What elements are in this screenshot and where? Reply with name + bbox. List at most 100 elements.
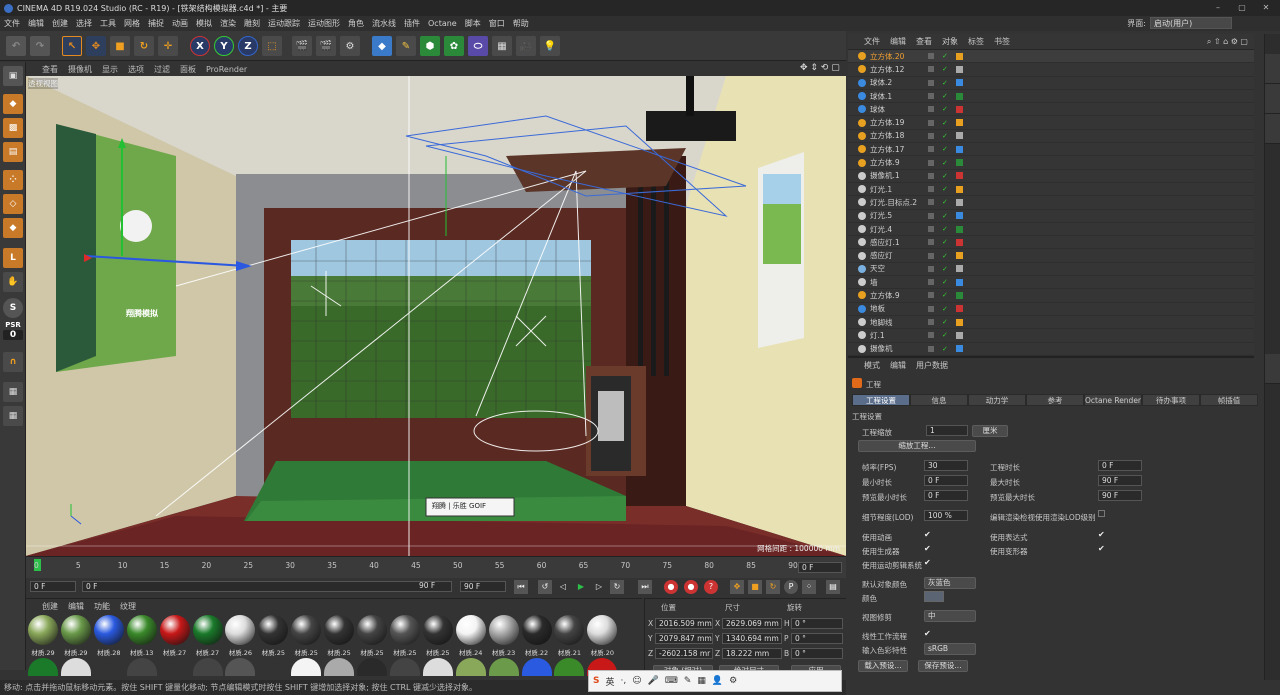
size-y-field[interactable]: 1340.694 mm bbox=[722, 633, 782, 644]
axis-mode-icon[interactable]: L bbox=[3, 248, 23, 268]
preview-end-field[interactable]: 90 F bbox=[460, 581, 506, 592]
select-tool-icon[interactable]: ↖ bbox=[62, 36, 82, 56]
material-swatch[interactable] bbox=[422, 658, 453, 676]
lock-grid-icon[interactable]: ▦ bbox=[3, 382, 23, 402]
material-menu-item[interactable]: 创建 bbox=[42, 601, 58, 612]
load-preset-button[interactable]: 载入预设... bbox=[858, 660, 908, 672]
material-swatch[interactable] bbox=[357, 658, 387, 676]
visibility-toggle[interactable] bbox=[928, 172, 934, 179]
visibility-toggle[interactable] bbox=[928, 239, 934, 246]
material-swatch[interactable] bbox=[126, 615, 157, 645]
attr-tab[interactable]: 信息 bbox=[910, 394, 968, 406]
pen-spline-icon[interactable]: ✎ bbox=[396, 36, 416, 56]
visibility-toggle[interactable] bbox=[928, 345, 934, 352]
material-swatch[interactable] bbox=[60, 658, 91, 676]
object-row[interactable]: 立方体.17 ✓ bbox=[848, 143, 1254, 157]
visibility-toggle[interactable] bbox=[928, 106, 934, 113]
material-swatch[interactable] bbox=[521, 658, 552, 676]
render-region-icon[interactable]: 🎬 bbox=[316, 36, 336, 56]
material-swatch[interactable] bbox=[28, 658, 58, 676]
object-tag-icon[interactable] bbox=[956, 198, 963, 206]
tweak-mode-icon[interactable]: ✋ bbox=[3, 272, 23, 292]
enable-check[interactable]: ✓ bbox=[942, 52, 948, 60]
visibility-toggle[interactable] bbox=[928, 146, 934, 153]
material-swatch[interactable] bbox=[488, 658, 519, 676]
viewport[interactable]: 透视视图 翔腾模拟 翔腾 | 乐胜 GOIF 网格间距 : 100000 mm bbox=[26, 76, 846, 556]
material-swatch[interactable] bbox=[225, 615, 256, 645]
menu-item[interactable]: 角色 bbox=[348, 18, 364, 29]
enable-check[interactable]: ✓ bbox=[942, 198, 948, 206]
visibility-toggle[interactable] bbox=[928, 252, 934, 259]
object-tag-icon[interactable] bbox=[956, 318, 963, 326]
attr-tab[interactable]: 帧插值 bbox=[1200, 394, 1258, 406]
size-x-field[interactable]: 2629.069 mm bbox=[722, 618, 782, 629]
material-swatch[interactable] bbox=[521, 615, 552, 645]
object-tag-icon[interactable] bbox=[956, 331, 963, 339]
object-row[interactable]: 摄像机 ✓ bbox=[848, 343, 1254, 356]
deformer-icon[interactable]: ⬭ bbox=[468, 36, 488, 56]
camera-icon[interactable]: 🎥 bbox=[516, 36, 536, 56]
object-tag-icon[interactable] bbox=[956, 252, 963, 260]
object-tag-icon[interactable] bbox=[956, 225, 963, 233]
material-swatch[interactable] bbox=[159, 658, 190, 676]
menu-item[interactable]: 渲染 bbox=[220, 18, 236, 29]
object-row[interactable]: 立方体.12 ✓ bbox=[848, 63, 1254, 77]
viewport-menu-item[interactable]: 面板 bbox=[180, 64, 196, 75]
cloner-icon[interactable]: ✿ bbox=[444, 36, 464, 56]
object-tag-icon[interactable] bbox=[956, 65, 963, 73]
object-row[interactable]: 灯.1 ✓ bbox=[848, 329, 1254, 343]
texture-mode-icon[interactable]: ▩ bbox=[3, 118, 23, 138]
prev-frame-icon[interactable]: ◁ bbox=[556, 580, 570, 594]
visibility-toggle[interactable] bbox=[928, 93, 934, 100]
material-swatch[interactable] bbox=[258, 658, 289, 676]
object-row[interactable]: 灯光.5 ✓ bbox=[848, 210, 1254, 223]
end-frame-field[interactable]: 90 F bbox=[416, 581, 452, 592]
object-row[interactable]: 地脚线 ✓ bbox=[848, 316, 1254, 330]
magnet-icon[interactable]: ∩ bbox=[3, 352, 23, 372]
material-swatch[interactable] bbox=[291, 615, 322, 645]
object-menu-item[interactable]: 编辑 bbox=[890, 36, 906, 47]
enable-check[interactable]: ✓ bbox=[942, 92, 948, 100]
key-pla-icon[interactable]: ⁘ bbox=[802, 580, 816, 594]
object-row[interactable]: 天空 ✓ bbox=[848, 263, 1254, 277]
viewport-menu-item[interactable]: 过滤 bbox=[154, 64, 170, 75]
key-scale-icon[interactable]: ■ bbox=[748, 580, 762, 594]
object-row[interactable]: 感应灯.1 ✓ bbox=[848, 236, 1254, 250]
menu-item[interactable]: 捕捉 bbox=[148, 18, 164, 29]
object-menu-item[interactable]: 书签 bbox=[994, 36, 1010, 47]
skin-icon[interactable]: ✎ bbox=[684, 676, 692, 686]
enable-check[interactable]: ✓ bbox=[942, 132, 948, 140]
enable-check[interactable]: ✓ bbox=[942, 305, 948, 313]
cube-object-icon[interactable]: ◆ bbox=[372, 36, 392, 56]
object-row[interactable]: 立方体.18 ✓ bbox=[848, 130, 1254, 144]
visibility-toggle[interactable] bbox=[928, 212, 934, 219]
object-row[interactable]: 立方体.9 ✓ bbox=[848, 156, 1254, 170]
material-swatch[interactable] bbox=[389, 658, 420, 676]
scale-project-button[interactable]: 缩放工程... bbox=[858, 440, 976, 452]
object-menu-item[interactable]: 查看 bbox=[916, 36, 932, 47]
grid-snap-icon[interactable]: ▦ bbox=[3, 406, 23, 426]
use-animation-checkbox[interactable]: ✔ bbox=[924, 530, 931, 539]
color-swatch[interactable] bbox=[924, 591, 944, 602]
material-swatch[interactable] bbox=[357, 615, 387, 645]
workplane-icon[interactable]: ▤ bbox=[3, 142, 23, 162]
visibility-toggle[interactable] bbox=[928, 66, 934, 73]
object-tag-icon[interactable] bbox=[956, 159, 963, 167]
polygons-mode-icon[interactable]: ◆ bbox=[3, 218, 23, 238]
menu-item[interactable]: 运动跟踪 bbox=[268, 18, 300, 29]
visibility-toggle[interactable] bbox=[928, 292, 934, 299]
material-swatch[interactable] bbox=[93, 658, 124, 676]
scale-tool-icon[interactable]: ■ bbox=[110, 36, 130, 56]
visibility-toggle[interactable] bbox=[928, 332, 934, 339]
user-icon[interactable]: 👤 bbox=[712, 676, 723, 686]
key-move-icon[interactable]: ✥ bbox=[730, 580, 744, 594]
keyboard-icon[interactable]: ⌨ bbox=[665, 676, 678, 686]
enable-check[interactable]: ✓ bbox=[942, 252, 948, 260]
material-swatch[interactable] bbox=[488, 615, 519, 645]
side-tab-layers[interactable] bbox=[1265, 114, 1280, 144]
menu-item[interactable]: 编辑 bbox=[28, 18, 44, 29]
side-tab-content[interactable] bbox=[1265, 84, 1280, 114]
ime-lang-label[interactable]: 英 bbox=[605, 675, 614, 688]
make-editable-icon[interactable]: ▣ bbox=[3, 66, 23, 86]
rot-b-field[interactable]: 0 ° bbox=[791, 648, 843, 659]
